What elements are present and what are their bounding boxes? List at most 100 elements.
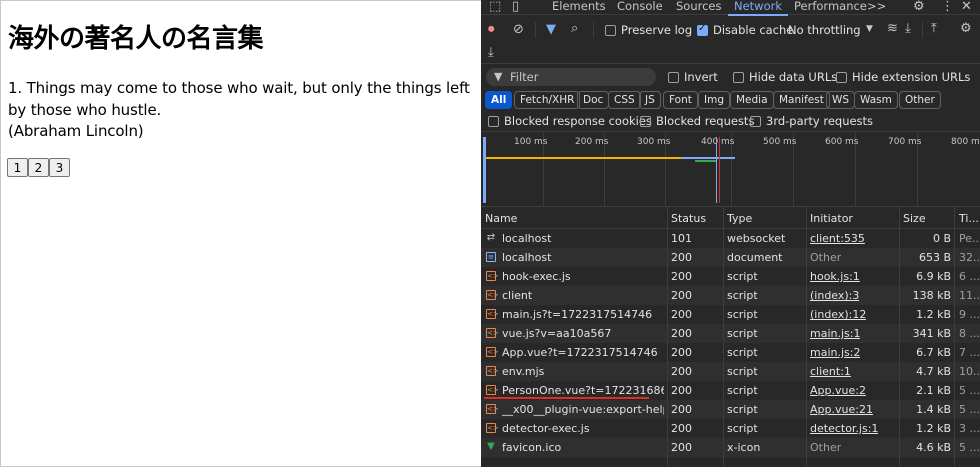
cell-status: 200 (671, 441, 692, 454)
chevron-down-icon[interactable]: ▼ (866, 22, 873, 36)
cell-name[interactable]: favicon.ico (502, 441, 664, 454)
tab-elements[interactable]: Elements (552, 0, 606, 15)
settings-gear-icon[interactable]: ⚙ (913, 0, 925, 14)
cell-initiator[interactable]: hook.js:1 (810, 270, 860, 283)
page-button-3[interactable]: 3 (49, 158, 70, 177)
cell-time: 5 ... (959, 441, 979, 454)
chip-all[interactable]: All (485, 91, 513, 109)
cell-name[interactable]: localhost (502, 232, 664, 245)
col-type[interactable]: Type (727, 212, 752, 225)
filter-input[interactable]: ▼ Filter (486, 68, 656, 86)
table-row[interactable]: <>client 200 script (index):3 138 kB 11... (481, 286, 980, 305)
cell-initiator[interactable]: Other (810, 251, 841, 264)
timeline-bar (723, 157, 735, 159)
network-settings-gear-icon[interactable]: ⚙ (960, 22, 972, 36)
cell-initiator[interactable]: App.vue:2 (810, 384, 866, 397)
record-stop-icon[interactable]: ⏺ (488, 23, 495, 37)
page-button-2[interactable]: 2 (28, 158, 49, 177)
close-devtools-icon[interactable]: ✕ (961, 0, 972, 14)
col-size[interactable]: Size (903, 212, 926, 225)
cell-initiator[interactable]: (index):12 (810, 308, 866, 321)
table-row[interactable]: ▼ favicon.ico 200 x-icon Other 4.6 kB 5 ... (481, 438, 980, 457)
import-har-icon[interactable]: ⤓ (905, 22, 911, 36)
cell-name[interactable]: PersonOne.vue?t=17223168656... (502, 384, 664, 397)
table-row[interactable]: ≡ localhost 200 document Other 653 B 32... (481, 248, 980, 267)
download-row: ⤓ (481, 44, 980, 64)
cell-name[interactable]: vue.js?v=aa10a567 (502, 327, 664, 340)
table-row[interactable]: <> vue.js?v=aa10a567 200 script main.js:1 341… (481, 324, 980, 343)
chip-manifest[interactable]: Manifest (773, 91, 830, 109)
hide-data-urls-checkbox[interactable] (733, 72, 744, 83)
cell-initiator[interactable]: main.js:1 (810, 327, 860, 340)
chip-ws[interactable]: WS (826, 91, 856, 109)
chip-font[interactable]: Font (663, 91, 698, 109)
download-icon[interactable]: ⤓ (488, 46, 494, 60)
chip-js[interactable]: JS (639, 91, 661, 109)
cell-name[interactable]: hook-exec.js (502, 270, 664, 283)
third-party-requests-checkbox[interactable] (750, 116, 761, 127)
filter-row: ▼ Filter Invert Hide data URLs Hide exte… (481, 65, 980, 89)
cell-name[interactable]: main.js?t=1722317514746 (502, 308, 664, 321)
more-tabs-button[interactable]: >> (867, 0, 886, 15)
chip-wasm[interactable]: Wasm (854, 91, 898, 109)
cell-initiator[interactable]: detector.js:1 (810, 422, 878, 435)
cell-initiator[interactable]: main.js:2 (810, 346, 860, 359)
hide-extension-urls-checkbox[interactable] (836, 72, 847, 83)
chip-css[interactable]: CSS (608, 91, 641, 109)
export-har-icon[interactable]: ⤒ (931, 22, 937, 36)
table-row[interactable]: <> detector-exec.js 200 script detector.js:1… (481, 419, 980, 438)
cell-status: 200 (671, 308, 692, 321)
tab-console[interactable]: Console (617, 0, 663, 15)
timeline-dcl-line (716, 137, 717, 203)
network-conditions-icon[interactable]: ≋ (887, 22, 898, 36)
table-row[interactable]: <> __x00__plugin-vue:export-helper 200 scri… (481, 400, 980, 419)
preserve-log-checkbox[interactable] (605, 25, 616, 36)
col-status[interactable]: Status (671, 212, 706, 225)
table-row[interactable]: <> main.js?t=1722317514746 200 script (index… (481, 305, 980, 324)
blocked-requests-label: Blocked requests (656, 114, 755, 128)
script-icon: <> (486, 290, 499, 300)
col-time[interactable]: Ti... (959, 212, 979, 225)
chip-fetch-xhr[interactable]: Fetch/XHR (514, 91, 581, 109)
col-name[interactable]: Name (485, 212, 517, 225)
cell-initiator[interactable]: (index):3 (810, 289, 859, 302)
chip-doc[interactable]: Doc (577, 91, 610, 109)
filter-funnel-icon[interactable]: ▼ (546, 23, 556, 37)
clear-icon[interactable]: ⊘ (513, 23, 524, 37)
cell-size: 653 B (918, 251, 951, 264)
table-row[interactable]: <> App.vue?t=1722317514746 200 script main.j… (481, 343, 980, 362)
cell-name[interactable]: App.vue?t=1722317514746 (502, 346, 664, 359)
cell-type: script (727, 384, 758, 397)
cell-name[interactable]: localhost (502, 251, 664, 264)
cell-name[interactable]: client (502, 289, 664, 302)
script-icon: <> (486, 404, 499, 414)
network-overview-timeline[interactable]: 100 ms 200 ms 300 ms 400 ms 500 ms 600 m… (481, 133, 980, 206)
table-row[interactable]: ⇄ localhost 101 websocket client:535 0 B Pe... (481, 229, 980, 248)
invert-checkbox[interactable] (668, 72, 679, 83)
blocked-requests-checkbox[interactable] (640, 116, 651, 127)
col-initiator[interactable]: Initiator (810, 212, 853, 225)
cell-name[interactable]: env.mjs (502, 365, 664, 378)
device-toolbar-icon[interactable]: ▯ (512, 0, 519, 14)
chip-img[interactable]: Img (698, 91, 730, 109)
throttling-select[interactable]: No throttling (788, 23, 861, 37)
chip-other[interactable]: Other (899, 91, 941, 109)
table-row[interactable]: <> hook-exec.js 200 script hook.js:1 6.9 kB 6 … (481, 267, 980, 286)
tab-performance[interactable]: Performance (794, 0, 867, 15)
table-row[interactable]: <>env.mjs 200 script client:1 4.7 kB 10... (481, 362, 980, 381)
page-button-1[interactable]: 1 (7, 158, 28, 177)
tab-network[interactable]: Network (727, 0, 789, 16)
chip-media[interactable]: Media (730, 91, 774, 109)
cell-name[interactable]: detector-exec.js (502, 422, 664, 435)
cell-initiator[interactable]: client:535 (810, 232, 865, 245)
blocked-response-cookies-checkbox[interactable] (488, 116, 499, 127)
more-options-icon[interactable]: ⋮ (941, 0, 954, 14)
tab-sources[interactable]: Sources (676, 0, 722, 15)
cell-initiator[interactable]: App.vue:21 (810, 403, 873, 416)
cell-initiator[interactable]: Other (810, 441, 841, 454)
search-icon[interactable]: ⌕ (571, 22, 578, 36)
cell-initiator[interactable]: client:1 (810, 365, 851, 378)
disable-cache-checkbox[interactable] (697, 23, 708, 36)
cell-name[interactable]: __x00__plugin-vue:export-helper (502, 403, 664, 416)
inspect-element-icon[interactable]: ⬚ (489, 0, 501, 14)
